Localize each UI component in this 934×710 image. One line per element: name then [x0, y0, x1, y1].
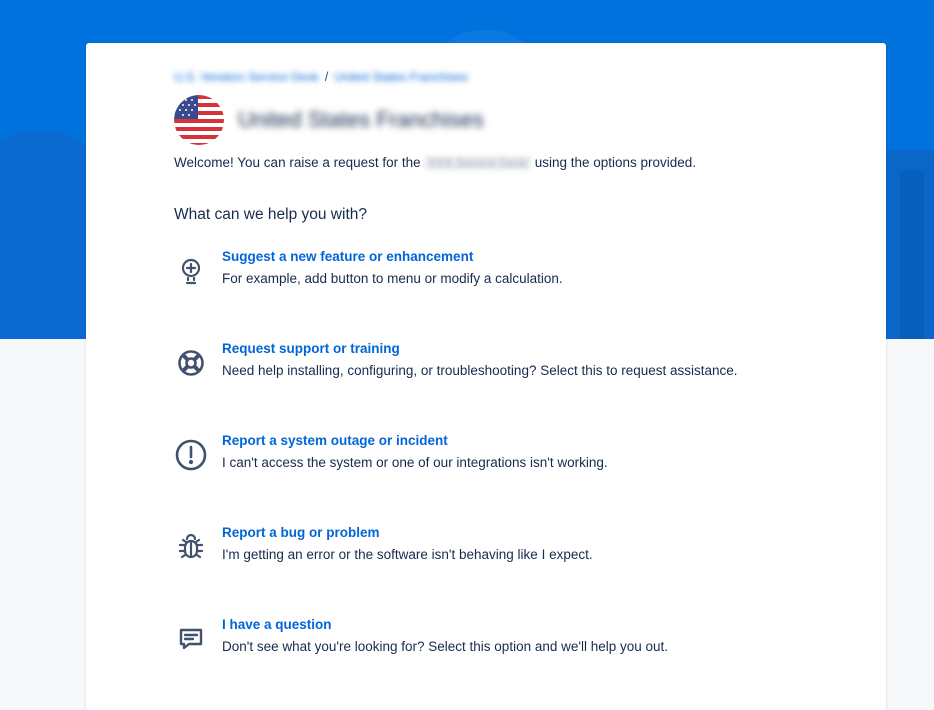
bug-icon [174, 530, 208, 564]
breadcrumb-root-link[interactable]: U.S. Vendors Service Desk [174, 70, 319, 84]
portal-title: United States Franchises [238, 107, 484, 132]
option-description: Don't see what you're looking for? Selec… [222, 639, 669, 654]
option-description: I can't access the system or one of our … [222, 455, 608, 470]
welcome-text: Welcome! You can raise a request for the… [174, 155, 696, 170]
banner-decoration [900, 170, 924, 339]
welcome-prefix: Welcome! You can raise a request for the [174, 155, 421, 170]
portal-card: U.S. Vendors Service Desk / United State… [86, 43, 886, 710]
breadcrumb: U.S. Vendors Service Desk / United State… [174, 69, 468, 84]
request-type-support-training[interactable]: Request support or training Need help in… [174, 340, 854, 380]
lifebuoy-icon [174, 346, 208, 380]
section-heading: What can we help you with? [174, 206, 367, 223]
portal-header: United States Franchises [174, 95, 484, 145]
lightbulb-icon [174, 254, 208, 288]
option-title[interactable]: Suggest a new feature or enhancement [222, 248, 563, 266]
request-type-question[interactable]: I have a question Don't see what you're … [174, 616, 854, 656]
option-title[interactable]: I have a question [222, 616, 668, 634]
option-description: For example, add button to menu or modif… [222, 271, 563, 286]
option-title[interactable]: Report a system outage or incident [222, 432, 608, 450]
alert-circle-icon [174, 438, 208, 472]
breadcrumb-separator: / [324, 69, 329, 84]
option-title[interactable]: Request support or training [222, 340, 738, 358]
option-description: I'm getting an error or the software isn… [222, 547, 593, 562]
request-type-suggest-feature[interactable]: Suggest a new feature or enhancement For… [174, 248, 854, 288]
request-type-bug-problem[interactable]: Report a bug or problem I'm getting an e… [174, 524, 854, 564]
request-type-outage-incident[interactable]: Report a system outage or incident I can… [174, 432, 854, 472]
option-title[interactable]: Report a bug or problem [222, 524, 593, 542]
breadcrumb-current-link[interactable]: United States Franchises [334, 70, 468, 84]
redacted-desk-name: XXX Service Desk [424, 155, 531, 170]
us-flag-icon [174, 95, 224, 145]
option-description: Need help installing, configuring, or tr… [222, 363, 738, 378]
welcome-suffix: using the options provided. [534, 155, 697, 170]
chat-icon [174, 622, 208, 656]
